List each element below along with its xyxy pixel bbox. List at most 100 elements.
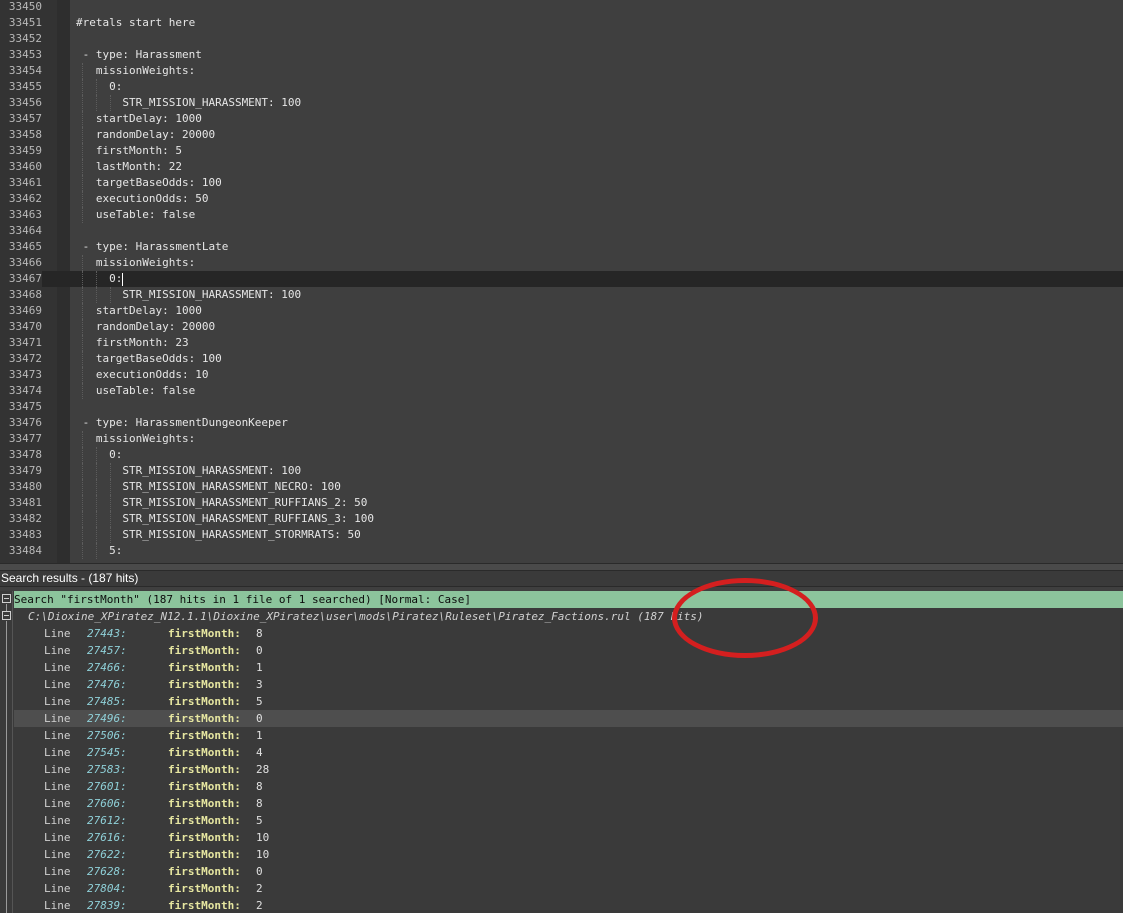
search-hit-row[interactable]: Line 27443: firstMonth: 8 bbox=[14, 625, 1123, 642]
search-hit-row[interactable]: Line 27457: firstMonth: 0 bbox=[14, 642, 1123, 659]
code-text[interactable]: 5: bbox=[76, 543, 122, 559]
code-line[interactable]: 33478 0: bbox=[0, 447, 1123, 463]
code-text[interactable]: executionOdds: 50 bbox=[76, 191, 209, 207]
code-text[interactable]: 0: bbox=[76, 447, 122, 463]
code-text[interactable]: STR_MISSION_HARASSMENT: 100 bbox=[76, 95, 301, 111]
code-text[interactable]: useTable: false bbox=[76, 207, 195, 223]
code-line[interactable]: 33454 missionWeights: bbox=[0, 63, 1123, 79]
hit-line-label: Line bbox=[44, 661, 71, 674]
search-query-header[interactable]: Search "firstMonth" (187 hits in 1 file … bbox=[14, 591, 1123, 608]
code-text[interactable]: randomDelay: 20000 bbox=[76, 127, 215, 143]
code-text[interactable]: STR_MISSION_HARASSMENT_RUFFIANS_2: 50 bbox=[76, 495, 367, 511]
code-line[interactable]: 33476 - type: HarassmentDungeonKeeper bbox=[0, 415, 1123, 431]
search-hit-row[interactable]: Line 27628: firstMonth: 0 bbox=[14, 863, 1123, 880]
code-line[interactable]: 33459 firstMonth: 5 bbox=[0, 143, 1123, 159]
search-hit-row[interactable]: Line 27612: firstMonth: 5 bbox=[14, 812, 1123, 829]
code-text[interactable]: executionOdds: 10 bbox=[76, 367, 209, 383]
code-text[interactable]: 0: bbox=[76, 79, 122, 95]
search-hit-row[interactable]: Line 27601: firstMonth: 8 bbox=[14, 778, 1123, 795]
code-line[interactable]: 33468 STR_MISSION_HARASSMENT: 100 bbox=[0, 287, 1123, 303]
code-text[interactable]: randomDelay: 20000 bbox=[76, 319, 215, 335]
hit-line-number: 27457: bbox=[87, 644, 127, 657]
search-hit-row[interactable]: Line 27583: firstMonth: 28 bbox=[14, 761, 1123, 778]
code-line[interactable]: 33479 STR_MISSION_HARASSMENT: 100 bbox=[0, 463, 1123, 479]
code-text[interactable]: missionWeights: bbox=[76, 63, 195, 79]
code-text[interactable]: STR_MISSION_HARASSMENT_RUFFIANS_3: 100 bbox=[76, 511, 374, 527]
code-text[interactable]: missionWeights: bbox=[76, 431, 195, 447]
code-line[interactable]: 33481 STR_MISSION_HARASSMENT_RUFFIANS_2:… bbox=[0, 495, 1123, 511]
code-text[interactable]: firstMonth: 23 bbox=[76, 335, 189, 351]
code-line[interactable]: 33477 missionWeights: bbox=[0, 431, 1123, 447]
code-line[interactable]: 33473 executionOdds: 10 bbox=[0, 367, 1123, 383]
code-line[interactable]: 33466 missionWeights: bbox=[0, 255, 1123, 271]
code-line[interactable]: 33470 randomDelay: 20000 bbox=[0, 319, 1123, 335]
code-text[interactable]: - type: HarassmentLate bbox=[76, 239, 229, 255]
code-line[interactable]: 33465 - type: HarassmentLate bbox=[0, 239, 1123, 255]
code-line[interactable]: 33471 firstMonth: 23 bbox=[0, 335, 1123, 351]
code-line[interactable]: 33460 lastMonth: 22 bbox=[0, 159, 1123, 175]
code-text[interactable]: startDelay: 1000 bbox=[76, 303, 202, 319]
code-line[interactable]: 33455 0: bbox=[0, 79, 1123, 95]
code-text[interactable]: useTable: false bbox=[76, 383, 195, 399]
code-line[interactable]: 33452 bbox=[0, 31, 1123, 47]
code-line[interactable]: 33484 5: bbox=[0, 543, 1123, 559]
code-text[interactable]: startDelay: 1000 bbox=[76, 111, 202, 127]
code-text[interactable]: STR_MISSION_HARASSMENT_NECRO: 100 bbox=[76, 479, 341, 495]
collapse-search-icon[interactable] bbox=[2, 594, 11, 603]
code-line[interactable]: 33456 STR_MISSION_HARASSMENT: 100 bbox=[0, 95, 1123, 111]
search-results-panel[interactable]: Search "firstMonth" (187 hits in 1 file … bbox=[0, 591, 1123, 913]
code-line[interactable]: 33451 #retals start here bbox=[0, 15, 1123, 31]
code-text[interactable]: 0: bbox=[76, 271, 124, 287]
code-text[interactable]: - type: HarassmentDungeonKeeper bbox=[76, 415, 288, 431]
search-hit-row[interactable]: Line 27622: firstMonth: 10 bbox=[14, 846, 1123, 863]
code-text[interactable]: - type: Harassment bbox=[76, 47, 202, 63]
search-hit-row[interactable]: Line 27606: firstMonth: 8 bbox=[14, 795, 1123, 812]
panel-splitter[interactable] bbox=[0, 563, 1123, 571]
search-result-file[interactable]: C:\Dioxine_XPiratez_N12.1.1\Dioxine_XPir… bbox=[14, 608, 1123, 625]
code-lines[interactable]: 33450 33451 #retals start here 33452 33453 -… bbox=[0, 0, 1123, 559]
search-hit-row[interactable]: Line 27839: firstMonth: 2 bbox=[14, 897, 1123, 913]
code-text[interactable]: STR_MISSION_HARASSMENT: 100 bbox=[76, 287, 301, 303]
code-line[interactable]: 33483 STR_MISSION_HARASSMENT_STORMRATS: … bbox=[0, 527, 1123, 543]
search-hit-row[interactable]: Line 27466: firstMonth: 1 bbox=[14, 659, 1123, 676]
search-hit-row[interactable]: Line 27485: firstMonth: 5 bbox=[14, 693, 1123, 710]
hit-match-value: 5 bbox=[256, 695, 263, 708]
results-fold-margin[interactable] bbox=[0, 591, 13, 913]
code-line[interactable]: 33461 targetBaseOdds: 100 bbox=[0, 175, 1123, 191]
code-text[interactable]: #retals start here bbox=[76, 15, 195, 31]
search-hit-row[interactable]: Line 27496: firstMonth: 0 bbox=[14, 710, 1123, 727]
search-hit-row[interactable]: Line 27804: firstMonth: 2 bbox=[14, 880, 1123, 897]
code-text[interactable]: missionWeights: bbox=[76, 255, 195, 271]
code-text[interactable]: lastMonth: 22 bbox=[76, 159, 182, 175]
code-line[interactable]: 33469 startDelay: 1000 bbox=[0, 303, 1123, 319]
code-text[interactable]: targetBaseOdds: 100 bbox=[76, 351, 222, 367]
search-hit-row[interactable]: Line 27616: firstMonth: 10 bbox=[14, 829, 1123, 846]
hit-line-label: Line bbox=[44, 712, 71, 725]
line-number: 33450 bbox=[8, 0, 42, 13]
code-line[interactable]: 33453 - type: Harassment bbox=[0, 47, 1123, 63]
hit-match-key: firstMonth: bbox=[168, 780, 241, 793]
search-hit-row[interactable]: Line 27545: firstMonth: 4 bbox=[14, 744, 1123, 761]
code-line[interactable]: 33472 targetBaseOdds: 100 bbox=[0, 351, 1123, 367]
code-text[interactable]: firstMonth: 5 bbox=[76, 143, 182, 159]
code-line[interactable]: 33458 randomDelay: 20000 bbox=[0, 127, 1123, 143]
code-line[interactable]: 33462 executionOdds: 50 bbox=[0, 191, 1123, 207]
code-text[interactable]: targetBaseOdds: 100 bbox=[76, 175, 222, 191]
code-line[interactable]: 33450 bbox=[0, 0, 1123, 15]
hit-line-label: Line bbox=[44, 831, 71, 844]
collapse-file-icon[interactable] bbox=[2, 611, 11, 620]
hit-match-value: 3 bbox=[256, 678, 263, 691]
code-line[interactable]: 33464 bbox=[0, 223, 1123, 239]
code-line[interactable]: 33474 useTable: false bbox=[0, 383, 1123, 399]
code-text[interactable]: STR_MISSION_HARASSMENT_STORMRATS: 50 bbox=[76, 527, 360, 543]
code-line[interactable]: 33480 STR_MISSION_HARASSMENT_NECRO: 100 bbox=[0, 479, 1123, 495]
code-editor[interactable]: 33450 33451 #retals start here 33452 33453 -… bbox=[0, 0, 1123, 563]
search-hit-row[interactable]: Line 27476: firstMonth: 3 bbox=[14, 676, 1123, 693]
code-line[interactable]: 33467 0: bbox=[0, 271, 1123, 287]
code-line[interactable]: 33475 bbox=[0, 399, 1123, 415]
search-hit-row[interactable]: Line 27506: firstMonth: 1 bbox=[14, 727, 1123, 744]
code-text[interactable]: STR_MISSION_HARASSMENT: 100 bbox=[76, 463, 301, 479]
code-line[interactable]: 33482 STR_MISSION_HARASSMENT_RUFFIANS_3:… bbox=[0, 511, 1123, 527]
code-line[interactable]: 33457 startDelay: 1000 bbox=[0, 111, 1123, 127]
code-line[interactable]: 33463 useTable: false bbox=[0, 207, 1123, 223]
